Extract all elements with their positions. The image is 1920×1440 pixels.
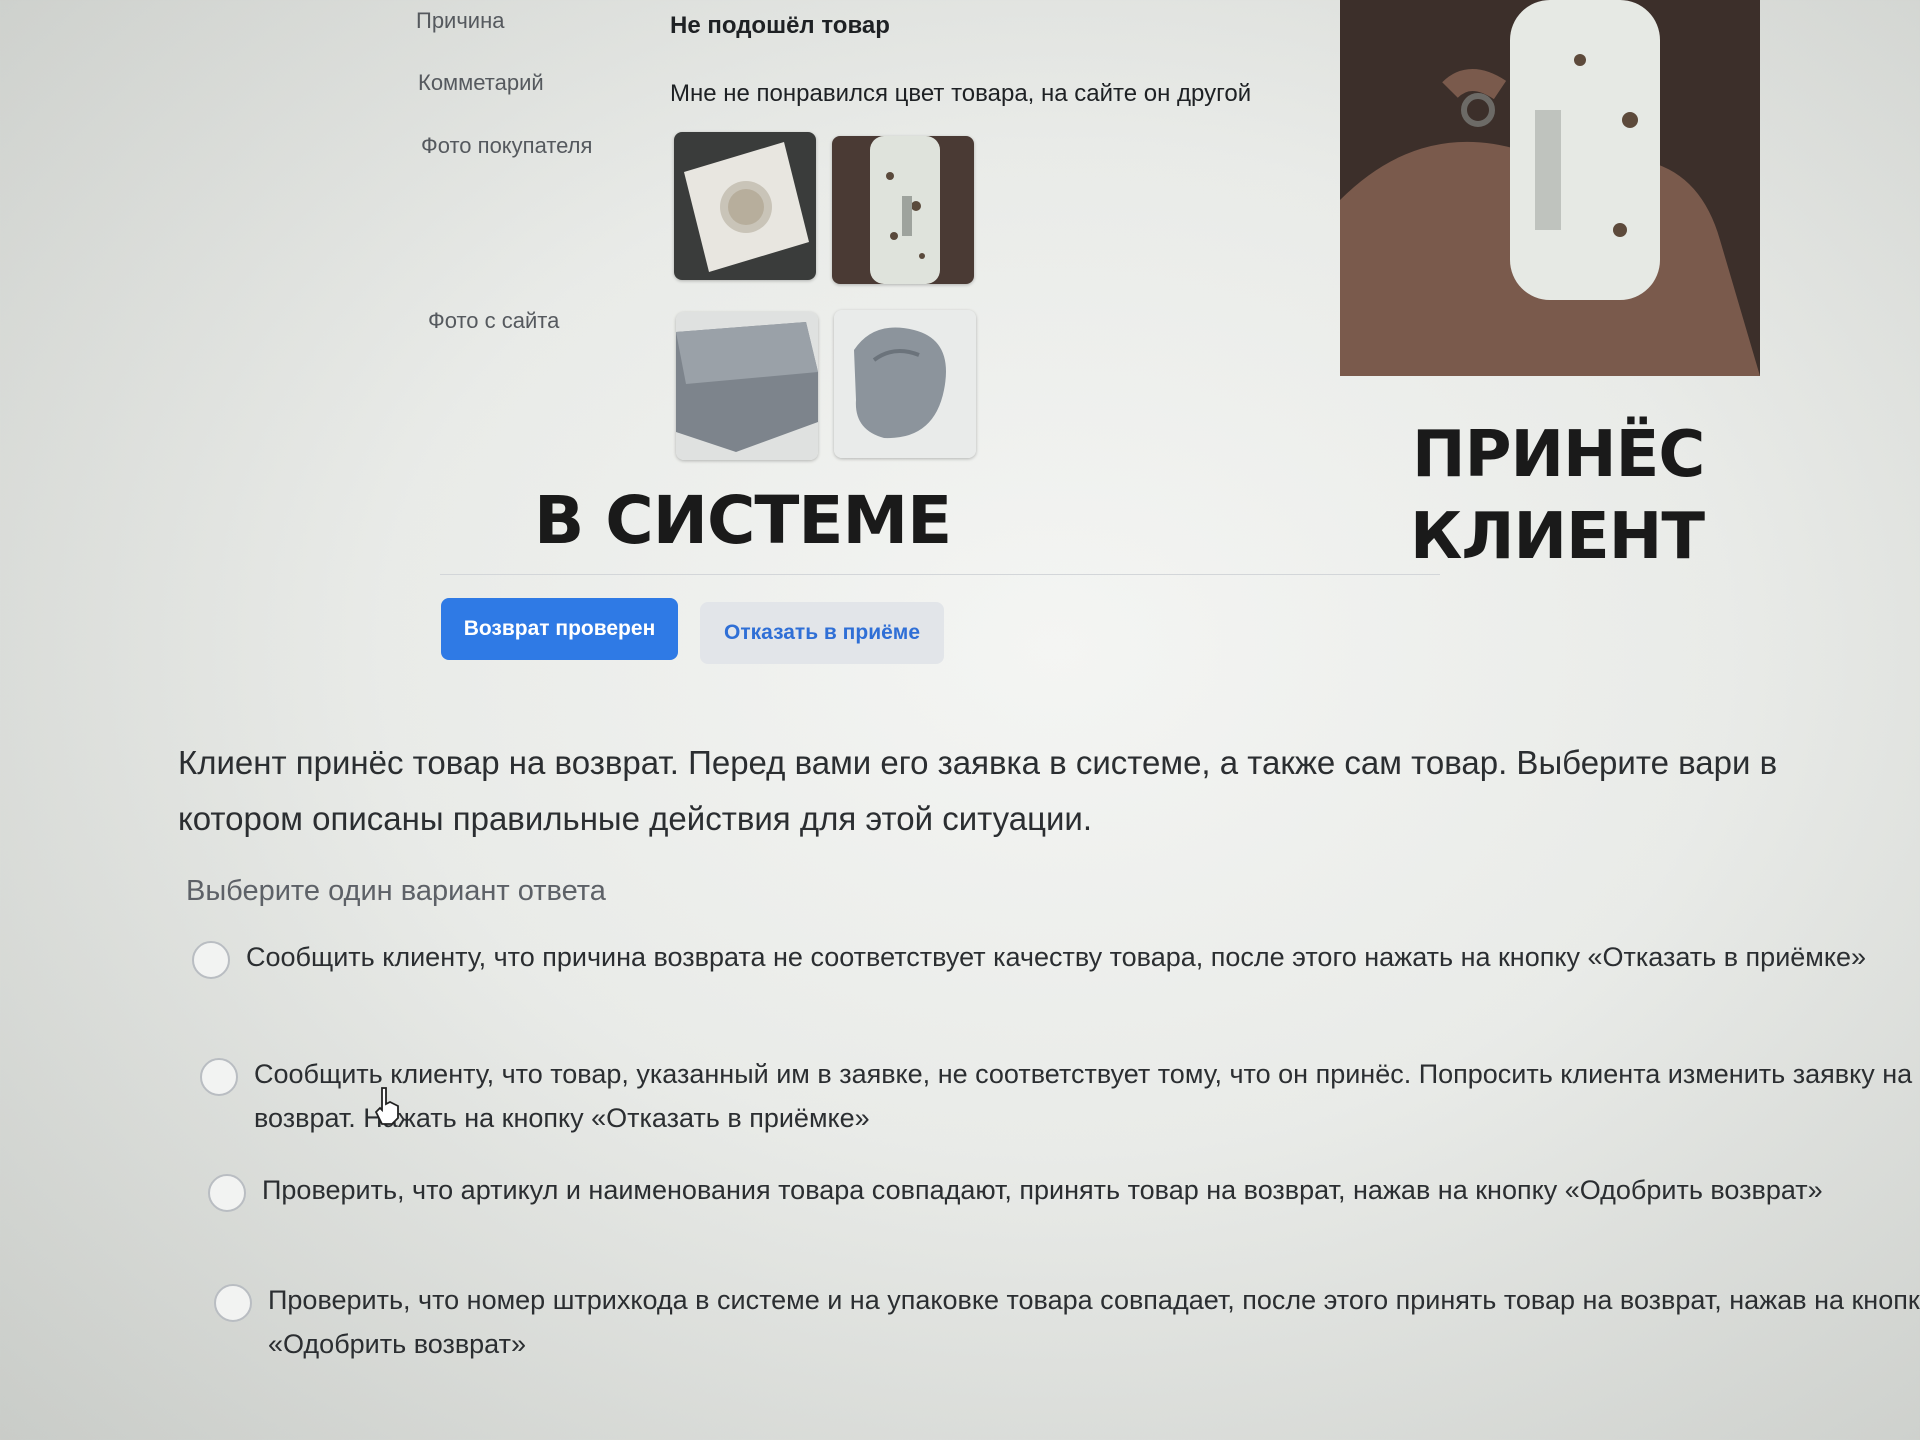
site-photo-sheet-image [676, 312, 818, 460]
section-divider [440, 574, 1440, 575]
answer-hint: Выберите один вариант ответа [186, 875, 606, 907]
return-checked-button[interactable]: Возврат проверен [441, 598, 678, 660]
answer-option[interactable]: Проверить, что номер штрихкода в системе… [214, 1278, 1920, 1366]
site-photos-label: Фото с сайта [428, 308, 560, 333]
hand-cursor-icon [374, 1087, 399, 1125]
comment-value: Мне не понравился цвет товара, на сайте … [670, 80, 1252, 107]
radio-button[interactable] [214, 1284, 252, 1322]
customer-photo-thumbnail[interactable] [674, 132, 816, 280]
customer-photo-thumbnail[interactable] [832, 136, 974, 284]
site-photo-thumbnail[interactable] [676, 312, 818, 460]
client-caption-line2: КЛИЕНТ [1410, 500, 1705, 574]
answer-option-text: Проверить, что номер штрихкода в системе… [268, 1285, 1920, 1359]
client-product-photo-image [1340, 0, 1760, 376]
answer-option-text: Сообщить клиенту, что причина возврата н… [246, 942, 1866, 972]
radio-button[interactable] [192, 941, 230, 979]
answer-option[interactable]: Сообщить клиенту, что товар, указанный и… [200, 1052, 1920, 1140]
client-product-photo [1340, 0, 1760, 376]
answer-option[interactable]: Сообщить клиенту, что причина возврата н… [192, 935, 1912, 979]
reason-label: Причина [416, 8, 505, 33]
answer-option-text: Сообщить клиенту, что товар, указанный и… [254, 1059, 1913, 1133]
reject-acceptance-button[interactable]: Отказать в приёме [700, 602, 944, 664]
site-photo-folded-sheet-image [834, 310, 976, 458]
system-caption: В СИСТЕМЕ [534, 482, 952, 559]
comment-label: Комметарий [418, 70, 544, 95]
reason-value: Не подошёл товар [670, 12, 890, 39]
answer-option-text: Проверить, что артикул и наименования то… [262, 1175, 1823, 1205]
customer-photo-package-image [674, 132, 816, 280]
radio-button[interactable] [200, 1058, 238, 1096]
site-photo-thumbnail[interactable] [834, 310, 976, 458]
answer-option[interactable]: Проверить, что артикул и наименования то… [208, 1168, 1920, 1212]
radio-button[interactable] [208, 1174, 246, 1212]
quiz-question: Клиент принёс товар на возврат. Перед ва… [178, 744, 1778, 837]
client-caption-line1: ПРИНЁС [1412, 418, 1705, 492]
customer-photo-roll-image [832, 136, 974, 284]
customer-photos-label: Фото покупателя [421, 133, 593, 158]
